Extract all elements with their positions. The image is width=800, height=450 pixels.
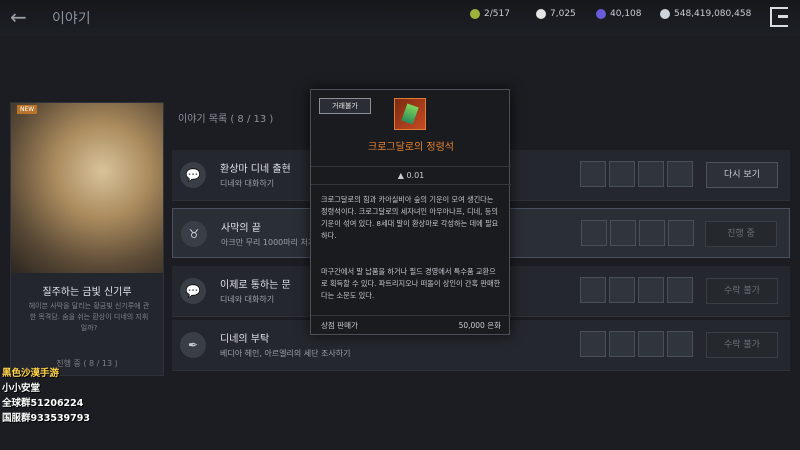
- reward-slot[interactable]: [580, 277, 606, 303]
- chat-icon: 💬: [180, 278, 206, 304]
- chat-icon: 💬: [180, 162, 206, 188]
- reward-slot[interactable]: [667, 161, 693, 187]
- reward-slot[interactable]: [668, 220, 694, 246]
- reward-slots: [580, 277, 693, 303]
- item-weight: ▲ 0.01: [311, 166, 511, 185]
- story-row-title: 이제로 통하는 문: [220, 280, 291, 291]
- item-name: 크로그달로의 정령석: [368, 142, 454, 153]
- reward-slot[interactable]: [638, 331, 664, 357]
- overlay-title: 黑色沙漠手游: [2, 368, 60, 379]
- resource-silver-value: 548,419,080,458: [674, 9, 752, 19]
- feather-icon: ✒: [180, 332, 206, 358]
- silver-icon: [660, 9, 670, 19]
- story-row-title: 디네의 부탁: [220, 334, 270, 345]
- reward-slot[interactable]: [610, 220, 636, 246]
- resource-silver: 548,419,080,458: [660, 9, 751, 19]
- resource-pearl: 7,025: [536, 9, 576, 19]
- story-card-title: 질주하는 금빛 신기루: [42, 287, 132, 298]
- item-acquisition: 마구간에서 말 납품을 하거나 필드 경영에서 특수품 교환으로 획득할 수 있…: [321, 267, 501, 300]
- resource-slots-value: 2/517: [484, 9, 510, 19]
- pearl-icon: [536, 9, 546, 19]
- resource-slots: 2/517: [470, 9, 510, 19]
- reward-slot[interactable]: [609, 277, 635, 303]
- story-card: NEW 질주하는 금빛 신기루 헤이븐 사막을 달리는 황금빛 신기루에 관한 …: [10, 102, 164, 376]
- spirit-stone-icon: [394, 98, 426, 130]
- reward-slot[interactable]: [638, 277, 664, 303]
- reward-slot[interactable]: [609, 331, 635, 357]
- sell-price-label: 상점 판매가: [321, 321, 358, 330]
- unavailable-button[interactable]: 수락 불가: [706, 332, 778, 358]
- reward-slot[interactable]: [667, 331, 693, 357]
- sell-price-value: 50,000 은화: [458, 321, 501, 330]
- story-row-title: 사막의 끝: [221, 223, 261, 234]
- story-row-title: 환상마 디네 출현: [220, 164, 291, 175]
- reward-slot[interactable]: [667, 277, 693, 303]
- story-row-subtitle: 디네와 대화하기: [220, 179, 275, 188]
- untradeable-tag: 거래불가: [319, 98, 371, 114]
- story-card-description: 헤이븐 사막을 달리는 황금빛 신기루에 관한 목격담. 숨을 쉬는 환상이 디…: [28, 302, 150, 332]
- resource-crystal-value: 40,108: [610, 9, 642, 19]
- exit-icon[interactable]: [770, 7, 788, 27]
- new-badge: NEW: [17, 105, 38, 114]
- overlay-name: 小小安堂: [2, 383, 41, 394]
- story-row-subtitle: 디네와 대화하기: [220, 295, 275, 304]
- back-arrow-icon[interactable]: ←: [10, 6, 36, 28]
- reward-slots: [580, 161, 693, 187]
- in-progress-button[interactable]: 진행 중: [705, 221, 777, 247]
- bull-icon: ♉: [181, 221, 207, 247]
- overlay-global-group: 全球群51206224: [2, 398, 84, 409]
- stream-overlay: 黑色沙漠手游 小小安堂 全球群51206224 国服群933539793: [2, 366, 90, 426]
- item-description: 크로그달로의 힘과 카아실비아 숲의 기운이 모여 생긴다는 정령석이다. 크로…: [321, 195, 499, 240]
- page-title: 이야기: [52, 11, 91, 27]
- story-card-image: [11, 103, 163, 273]
- crystal-icon: [596, 9, 606, 19]
- reward-slots: [581, 220, 694, 246]
- top-bar: ← 이야기 2/517 7,025 40,108 548,419,080,458: [0, 0, 800, 36]
- sell-price-row: 상점 판매가 50,000 은화: [311, 315, 511, 334]
- slot-icon: [470, 9, 480, 19]
- story-list-header: 이야기 목록 ( 8 / 13 ): [178, 114, 274, 125]
- reward-slot[interactable]: [639, 220, 665, 246]
- resource-crystal: 40,108: [596, 9, 642, 19]
- item-tooltip: 거래불가 크로그달로의 정령석 ▲ 0.01 크로그달로의 힘과 카아실비아 숲…: [310, 89, 511, 335]
- story-row-subtitle: 베디아 헤인, 아르엘리의 세단 조사하기: [220, 349, 351, 358]
- reward-slot[interactable]: [580, 331, 606, 357]
- unavailable-button[interactable]: 수락 불가: [706, 278, 778, 304]
- resource-pearl-value: 7,025: [550, 9, 576, 19]
- reward-slot[interactable]: [580, 161, 606, 187]
- reward-slots: [580, 331, 693, 357]
- item-weight-value: 0.01: [406, 171, 425, 180]
- reward-slot[interactable]: [609, 161, 635, 187]
- rewatch-button[interactable]: 다시 보기: [706, 162, 778, 188]
- reward-slot[interactable]: [581, 220, 607, 246]
- overlay-cn-group: 国服群933539793: [2, 413, 90, 424]
- reward-slot[interactable]: [638, 161, 664, 187]
